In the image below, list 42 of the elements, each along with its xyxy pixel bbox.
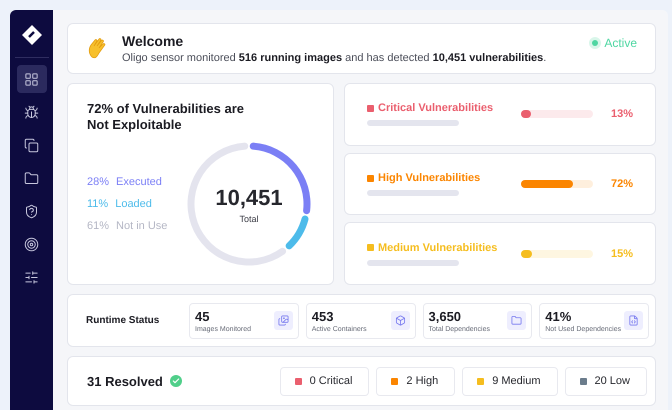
target-icon (24, 236, 39, 252)
welcome-message: Oligo sensor monitored 516 running images and has detected 10,451 vulnerabilities. (122, 52, 548, 64)
legend-label: Executed (116, 176, 162, 188)
legend-label: Loaded (115, 198, 152, 210)
stat-value: 41% (545, 308, 572, 324)
severity-percent: 15% (610, 248, 633, 260)
logo-icon (20, 24, 42, 46)
total-value: 10,451 (215, 184, 283, 210)
bug-icon (24, 104, 39, 120)
sidebar-item[interactable] (16, 65, 46, 93)
severity-title: High Vulnerabilities (378, 172, 480, 184)
folder-icon (24, 170, 39, 186)
stat-value: 453 (312, 308, 334, 324)
legend-percent: 11% (87, 198, 108, 210)
chip-label: 20 Low (594, 375, 630, 387)
legend-percent: 61% (87, 220, 110, 232)
chip-label: 9 Medium (492, 375, 541, 387)
sliders-icon (24, 270, 39, 284)
runtime-title: Runtime Status (86, 314, 160, 327)
folder-icon (507, 311, 526, 330)
severity-title: Critical Vulnerabilities (378, 102, 494, 114)
shield-icon (24, 204, 39, 218)
card-title: 72% of Vulnerabilities are Not Exploitable (87, 101, 246, 133)
chip-label: 0 Critical (310, 375, 352, 387)
grid-icon (24, 72, 39, 86)
resolved-title: 31 Resolved (87, 374, 163, 388)
images-icon (274, 311, 293, 330)
stat-value: 45 (195, 308, 210, 324)
severity-title: Medium Vulnerabilities (378, 242, 498, 254)
welcome-title: Welcome (122, 33, 184, 49)
total-label: Total (239, 214, 258, 224)
legend-label: Not in Use (116, 220, 168, 232)
status-indicator: Active (592, 36, 637, 50)
code-icon (624, 311, 643, 330)
chip-label: 2 High (406, 375, 438, 387)
severity-percent: 13% (610, 108, 633, 120)
copy-icon (24, 138, 39, 152)
legend-percent: 28% (87, 176, 110, 188)
cube-icon (390, 311, 410, 330)
stat-value: 3,650 (428, 308, 462, 324)
severity-percent: 72% (610, 178, 633, 190)
check-icon (170, 375, 182, 387)
